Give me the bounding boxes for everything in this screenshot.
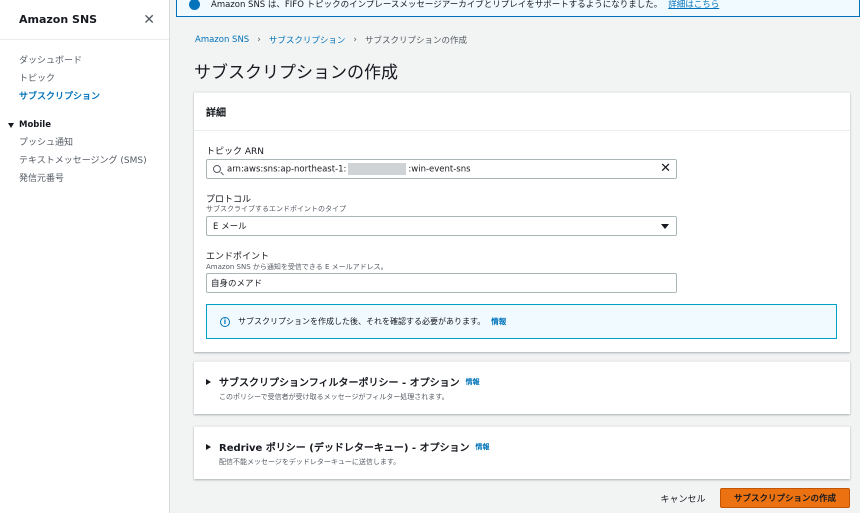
create-subscription-button[interactable]: サブスクリプションの作成 <box>720 488 850 508</box>
page-title: サブスクリプションの作成 <box>194 63 398 83</box>
topic-arn-label: トピック ARN <box>206 147 265 157</box>
topic-arn-input[interactable]: arn:aws:sns:ap-northeast-1: :win-event-sn… <box>206 159 677 179</box>
details-panel: 詳細 トピック ARN arn:aws:sns:ap-northeast-1::… <box>194 92 850 352</box>
info-alert: i サブスクリプションを作成した後、それを確認する必要があります。 情報 <box>206 304 837 339</box>
protocol-selected-value: E メール <box>213 222 247 232</box>
info-icon: i <box>220 316 230 327</box>
info-alert-text: サブスクリプションを作成した後、それを確認する必要があります。 <box>238 317 486 326</box>
caret-down-icon <box>8 122 14 128</box>
topic-arn-prefix: arn:aws:sns:ap-northeast-1: <box>227 164 347 175</box>
sidebar-item-sms[interactable]: テキストメッセージング (SMS) <box>0 152 169 170</box>
filter-policy-info-link[interactable]: 情報 <box>466 377 480 387</box>
info-link[interactable]: 情報 <box>491 316 506 327</box>
chevron-right-icon: › <box>353 35 357 45</box>
sidebar-item-subscriptions[interactable]: サブスクリプション <box>0 88 169 106</box>
topic-arn-value: arn:aws:sns:ap-northeast-1: :win-event-sn… <box>227 163 471 175</box>
flash-text: Amazon SNS は、FIFO トピックのインプレースメッセージアーカイブと… <box>211 0 719 10</box>
sidebar-item-origination-numbers[interactable]: 発信元番号 <box>0 170 169 188</box>
sidebar-section-mobile-label: Mobile <box>19 120 51 130</box>
breadcrumb: Amazon SNS › サブスクリプション › サブスクリプションの作成 <box>195 34 467 46</box>
caret-right-icon <box>206 443 211 450</box>
sidebar-item-topics[interactable]: トピック <box>0 70 169 88</box>
sidebar-nav: ダッシュボード トピック サブスクリプション Mobile プッシュ通知 テキス… <box>0 40 169 188</box>
filter-policy-title-row: サブスクリプションフィルターポリシー - オプション 情報 <box>206 374 850 389</box>
endpoint-input[interactable]: 自身のメアド <box>206 273 677 293</box>
cancel-button[interactable]: キャンセル <box>652 488 714 508</box>
sidebar-item-dashboard[interactable]: ダッシュボード <box>0 52 169 70</box>
redrive-policy-title: Redrive ポリシー (デッドレターキュー) - オプション <box>219 443 470 454</box>
flash-message: Amazon SNS は、FIFO トピックのインプレースメッセージアーカイブと… <box>211 0 663 10</box>
redrive-policy-info-link[interactable]: 情報 <box>476 442 490 452</box>
endpoint-label: エンドポイント <box>206 252 270 262</box>
sidebar-item-push-notifications[interactable]: プッシュ通知 <box>0 134 169 152</box>
filter-policy-panel[interactable]: サブスクリプションフィルターポリシー - オプション 情報 このポリシーで受信者… <box>194 361 850 414</box>
redrive-policy-panel[interactable]: Redrive ポリシー (デッドレターキュー) - オプション 情報 配信不能… <box>194 426 850 479</box>
redrive-policy-title-row: Redrive ポリシー (デッドレターキュー) - オプション 情報 <box>206 439 850 454</box>
filter-policy-title: サブスクリプションフィルターポリシー - オプション <box>219 378 460 389</box>
info-icon <box>189 0 200 10</box>
breadcrumb-current: サブスクリプションの作成 <box>364 36 467 46</box>
redacted-account-id <box>348 163 407 175</box>
filter-policy-description: このポリシーで受信者が受け取るメッセージがフィルター処理されます。 <box>219 393 449 401</box>
redrive-policy-description: 配信不能メッセージをデッドレターキューに送信します。 <box>219 458 401 466</box>
sidebar-title: Amazon SNS <box>19 13 98 26</box>
sidebar-header: Amazon SNS ✕ <box>0 0 169 40</box>
chevron-right-icon: › <box>257 35 261 45</box>
filter-policy-header[interactable]: サブスクリプションフィルターポリシー - オプション 情報 このポリシーで受信者… <box>194 362 850 414</box>
redrive-policy-header[interactable]: Redrive ポリシー (デッドレターキュー) - オプション 情報 配信不能… <box>194 427 850 479</box>
caret-down-icon <box>661 224 669 229</box>
endpoint-description: Amazon SNS から通知を受信できる E メールアドレス。 <box>206 263 388 271</box>
sidebar-section-mobile[interactable]: Mobile <box>0 106 169 134</box>
caret-right-icon <box>206 378 211 385</box>
details-header: 詳細 <box>194 93 850 131</box>
sidebar: Amazon SNS ✕ ダッシュボード トピック サブスクリプション Mobi… <box>0 0 170 513</box>
search-icon <box>213 165 221 173</box>
topic-arn-suffix: :win-event-sns <box>408 164 471 175</box>
clear-icon[interactable]: ✕ <box>660 162 671 176</box>
protocol-description: サブスクライブするエンドポイントのタイプ <box>206 205 346 213</box>
flash-learn-more-link[interactable]: 詳細はこちら <box>668 0 719 10</box>
endpoint-value: 自身のメアド <box>211 279 263 289</box>
flash-banner: Amazon SNS は、FIFO トピックのインプレースメッセージアーカイブと… <box>176 0 860 17</box>
breadcrumb-subscriptions[interactable]: サブスクリプション <box>269 34 346 46</box>
breadcrumb-amazon-sns[interactable]: Amazon SNS <box>195 35 249 45</box>
protocol-select[interactable]: E メール <box>206 216 677 236</box>
close-icon[interactable]: ✕ <box>143 13 155 27</box>
